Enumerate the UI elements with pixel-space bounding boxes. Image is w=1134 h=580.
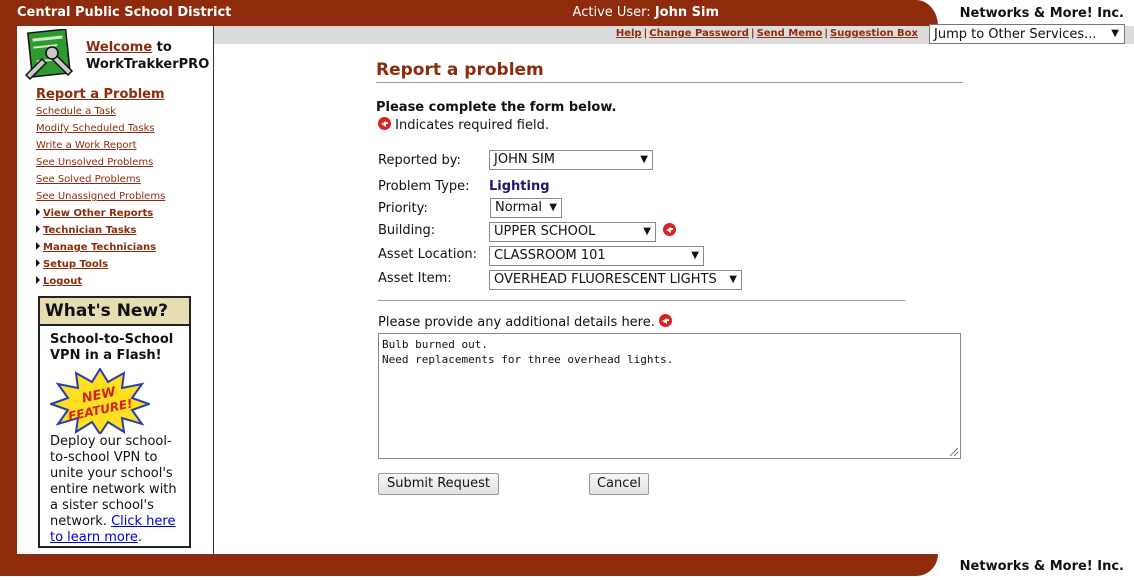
required-note-text: Indicates required field.	[395, 118, 549, 133]
sidebar-item-setup-tools[interactable]: Setup Tools	[36, 258, 211, 275]
problem-type-value: Lighting	[489, 179, 550, 194]
asset-item-label: Asset Item:	[378, 271, 452, 286]
chevron-down-icon: ▼	[1111, 28, 1119, 39]
jump-services-value: Jump to Other Services...	[934, 27, 1097, 42]
required-icon	[378, 117, 391, 130]
asset-location-value: CLASSROOM 101	[494, 248, 606, 263]
footer-band	[0, 554, 938, 576]
welcome-block: Welcome to WorkTrakkerPRO	[86, 39, 209, 73]
welcome-to: to	[152, 40, 172, 55]
page-title: Report a problem	[376, 60, 544, 80]
whats-new-subheading: School-to-School VPN in a Flash!	[50, 332, 174, 363]
sidebar-item-unassigned-problems[interactable]: See Unassigned Problems	[36, 190, 211, 207]
whats-new-period: .	[137, 530, 143, 545]
sidebar-nav: Report a Problem Schedule a Task Modify …	[36, 87, 211, 292]
chevron-down-icon: ▼	[549, 202, 557, 213]
building-label: Building:	[378, 223, 436, 238]
report-problem-form: Report a problem Please complete the for…	[376, 60, 966, 495]
active-user-name: John Sim	[654, 5, 719, 20]
expand-arrow-icon	[36, 225, 40, 233]
details-textarea[interactable]: Bulb burned out. Need replacements for t…	[378, 333, 961, 459]
priority-value: Normal	[495, 200, 543, 215]
expand-arrow-icon	[36, 276, 40, 284]
building-required-icon	[663, 223, 676, 236]
sidebar-item-logout[interactable]: Logout	[36, 275, 211, 292]
priority-select[interactable]: Normal ▼	[490, 198, 562, 218]
send-memo-link[interactable]: Send Memo	[757, 28, 823, 39]
sidebar: Welcome to WorkTrakkerPRO Report a Probl…	[17, 26, 214, 555]
sidebar-item-report-problem[interactable]: Report a Problem	[36, 87, 211, 102]
cancel-button[interactable]: Cancel	[589, 473, 649, 495]
chevron-down-icon: ▼	[643, 226, 651, 237]
title-divider	[376, 82, 963, 83]
problem-type-label: Problem Type:	[378, 179, 470, 194]
district-name: Central Public School District	[17, 5, 232, 20]
sidebar-item-write-work-report[interactable]: Write a Work Report	[36, 139, 211, 156]
left-rail	[0, 26, 17, 554]
jump-services-select[interactable]: Jump to Other Services... ▼	[929, 24, 1125, 44]
expand-arrow-icon	[36, 259, 40, 267]
details-label: Please provide any additional details he…	[378, 314, 673, 330]
reported-by-value: JOHN SIM	[494, 152, 556, 167]
sidebar-item-modify-scheduled-tasks[interactable]: Modify Scheduled Tasks	[36, 122, 211, 139]
sidebar-item-unsolved-problems[interactable]: See Unsolved Problems	[36, 156, 211, 173]
expand-arrow-icon	[36, 242, 40, 250]
header-band: Central Public School District Active Us…	[0, 0, 938, 26]
app-logo-icon	[24, 28, 80, 81]
app-name: WorkTrakkerPRO	[86, 57, 210, 72]
welcome-link[interactable]: Welcome	[86, 40, 152, 55]
details-label-text: Please provide any additional details he…	[378, 315, 655, 330]
chevron-down-icon: ▼	[640, 154, 648, 165]
sidebar-item-solved-problems[interactable]: See Solved Problems	[36, 173, 211, 190]
active-user: Active User: John Sim	[573, 5, 719, 20]
chevron-down-icon: ▼	[691, 250, 699, 261]
details-text: Bulb burned out. Need replacements for t…	[382, 338, 674, 366]
sidebar-item-technician-tasks[interactable]: Technician Tasks	[36, 224, 211, 241]
asset-item-select[interactable]: OVERHEAD FLUORESCENT LIGHTS ▼	[489, 270, 742, 290]
reported-by-select[interactable]: JOHN SIM ▼	[489, 150, 653, 170]
active-user-label: Active User:	[572, 5, 651, 20]
company-name-bottom: Networks & More! Inc.	[959, 559, 1124, 574]
required-note: Indicates required field.	[378, 117, 549, 133]
help-link[interactable]: Help	[616, 28, 642, 39]
submit-request-button[interactable]: Submit Request	[378, 473, 499, 495]
sidebar-item-view-other-reports[interactable]: View Other Reports	[36, 207, 211, 224]
suggestion-box-link[interactable]: Suggestion Box	[830, 28, 918, 39]
building-value: UPPER SCHOOL	[494, 224, 596, 239]
asset-item-value: OVERHEAD FLUORESCENT LIGHTS	[494, 272, 717, 287]
reported-by-label: Reported by:	[378, 153, 461, 168]
sidebar-item-manage-technicians[interactable]: Manage Technicians	[36, 241, 211, 258]
form-intro: Please complete the form below.	[376, 100, 617, 115]
resize-grip-icon[interactable]	[950, 448, 958, 456]
expand-arrow-icon	[36, 208, 40, 216]
chevron-down-icon: ▼	[729, 274, 737, 285]
whats-new-panel: What's New? School-to-School VPN in a Fl…	[38, 296, 191, 548]
utility-links: Help | Change Password | Send Memo | Suggestio…	[615, 28, 918, 39]
whats-new-body: Deploy our school-to-school VPN to unite…	[40, 434, 189, 546]
building-select[interactable]: UPPER SCHOOL ▼	[489, 222, 656, 242]
new-feature-burst-icon: NEW FEATURE!	[47, 367, 153, 436]
whats-new-heading: What's New?	[40, 298, 189, 326]
sidebar-item-schedule-task[interactable]: Schedule a Task	[36, 105, 211, 122]
change-password-link[interactable]: Change Password	[649, 28, 749, 39]
details-required-icon	[659, 314, 673, 327]
form-divider	[378, 300, 905, 301]
asset-location-label: Asset Location:	[378, 247, 478, 262]
priority-label: Priority:	[378, 201, 428, 216]
company-name-top: Networks & More! Inc.	[959, 6, 1124, 21]
asset-location-select[interactable]: CLASSROOM 101 ▼	[489, 246, 704, 266]
